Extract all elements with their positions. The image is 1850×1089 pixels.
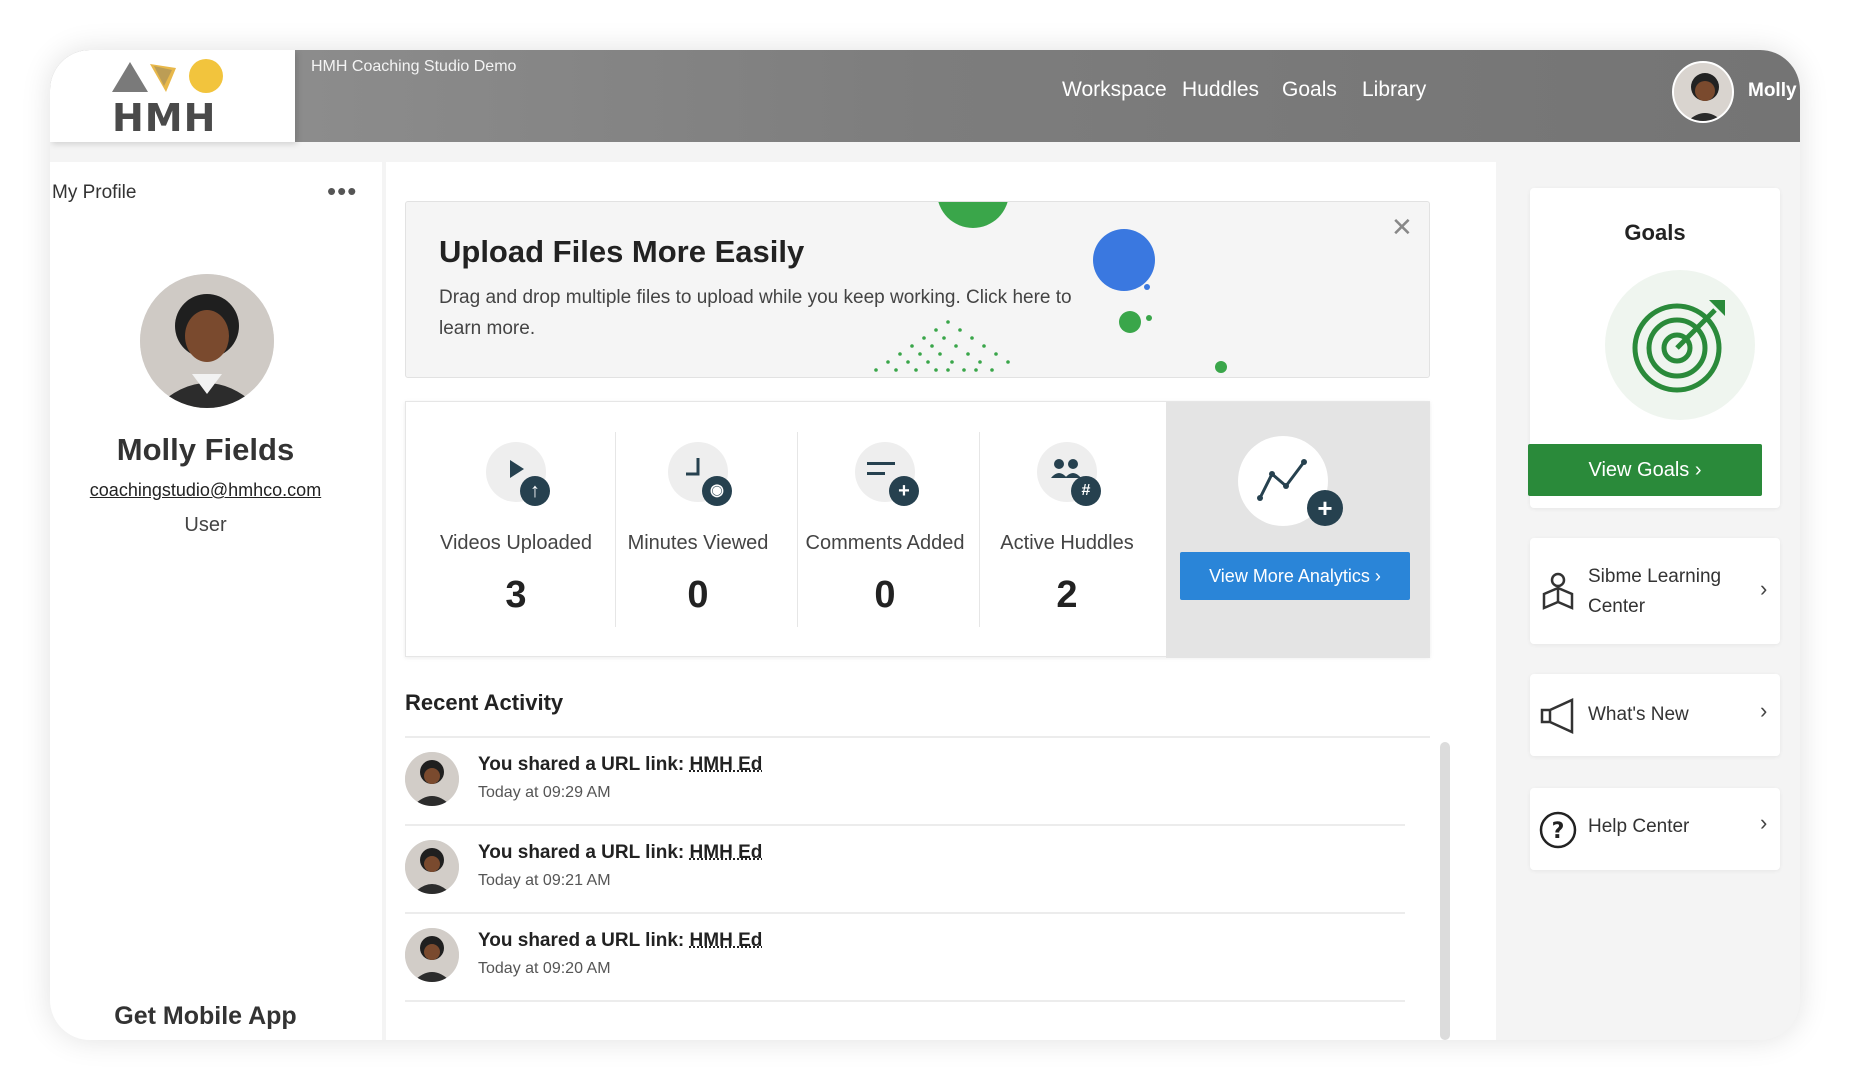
comment-icon: +: [855, 442, 919, 506]
stat-label: Minutes Viewed: [627, 532, 769, 554]
stat-divider: [797, 432, 798, 627]
stat-active-huddles: # Active Huddles 2: [982, 402, 1152, 658]
goals-title: Goals: [1624, 220, 1686, 245]
link-label: What's New: [1588, 704, 1689, 725]
view-more-analytics-button[interactable]: View More Analytics ›: [1180, 552, 1410, 600]
stat-label: Active Huddles: [1000, 532, 1134, 554]
learning-center-icon: [1542, 572, 1574, 610]
nav-library[interactable]: Library: [1362, 78, 1426, 102]
right-sidebar: Goals View Goals › Sibme Learning Center…: [1496, 162, 1800, 1040]
stat-minutes-viewed: ◉ Minutes Viewed 0: [618, 402, 778, 658]
app-title: HMH Coaching Studio Demo: [311, 58, 517, 75]
banner-title: Upload Files More Easily: [439, 234, 805, 269]
stat-label: Videos Uploaded: [440, 532, 592, 554]
avatar: [405, 840, 459, 894]
list-item: You shared a URL link: HMH Ed Today at 0…: [405, 738, 1405, 826]
avatar: [405, 752, 459, 806]
activity-time: Today at 09:20 AM: [478, 960, 611, 977]
list-item: You shared a URL link: HMH Ed Today at 0…: [405, 826, 1405, 914]
nav-workspace[interactable]: Workspace: [1062, 78, 1167, 102]
eye-badge-icon: ◉: [702, 476, 732, 506]
chevron-right-icon: ›: [1760, 810, 1768, 835]
link-label: Sibme Learning Center: [1588, 566, 1722, 617]
link-label: Help Center: [1588, 816, 1690, 837]
stat-value: 0: [874, 574, 896, 616]
recent-activity-title: Recent Activity: [405, 690, 564, 715]
profile-email-link[interactable]: coachingstudio@hmhco.com: [50, 480, 361, 501]
huddle-people-icon: #: [1037, 442, 1101, 506]
avatar: [405, 928, 459, 982]
logo-text: HMH: [112, 96, 217, 140]
stat-divider: [979, 432, 980, 627]
list-item: You shared a URL link: HMH Ed Today at 0…: [405, 914, 1405, 1002]
nav-user-name[interactable]: Molly: [1748, 80, 1797, 102]
add-analytics-icon[interactable]: +: [1307, 490, 1343, 526]
upload-banner[interactable]: Upload Files More Easily Drag and drop m…: [405, 201, 1430, 378]
activity-link[interactable]: HMH Ed: [690, 842, 763, 863]
activity-text: You shared a URL link: HMH Ed: [478, 754, 763, 775]
analytics-panel: + View More Analytics ›: [1166, 402, 1430, 658]
stat-value: 3: [505, 574, 527, 616]
svg-text:?: ?: [1552, 819, 1565, 844]
nav-goals[interactable]: Goals: [1282, 78, 1337, 102]
plus-badge-icon: +: [889, 476, 919, 506]
chevron-right-icon: ›: [1760, 698, 1768, 723]
stat-value: 2: [1056, 574, 1078, 616]
help-question-icon: ?: [1539, 811, 1577, 849]
top-navigation-bar: HMH HMH Coaching Studio Demo Workspace H…: [50, 50, 1800, 142]
minutes-icon: ◉: [668, 442, 732, 506]
stat-divider: [615, 432, 616, 627]
activity-text: You shared a URL link: HMH Ed: [478, 930, 763, 951]
target-icon: [1605, 270, 1755, 420]
sibme-learning-center-link[interactable]: Sibme Learning Center ›: [1530, 538, 1780, 644]
stat-videos-uploaded: ↑ Videos Uploaded 3: [436, 402, 596, 658]
whats-new-link[interactable]: What's New ›: [1530, 674, 1780, 756]
stats-panel: ↑ Videos Uploaded 3 ◉ Minutes Viewed 0 +: [405, 401, 1430, 658]
get-mobile-app-link[interactable]: Get Mobile App: [50, 1002, 361, 1031]
stat-value: 0: [687, 574, 709, 616]
close-icon[interactable]: ✕: [1391, 212, 1413, 243]
help-center-link[interactable]: ? Help Center ›: [1530, 788, 1780, 870]
brand-logo[interactable]: HMH: [50, 50, 295, 142]
activity-link[interactable]: HMH Ed: [690, 930, 763, 951]
main-content: Upload Files More Easily Drag and drop m…: [386, 162, 1496, 1040]
stat-comments-added: + Comments Added 0: [800, 402, 970, 658]
upload-badge-icon: ↑: [520, 476, 550, 506]
activity-time: Today at 09:29 AM: [478, 784, 611, 801]
stat-label: Comments Added: [805, 532, 965, 554]
more-dots-icon[interactable]: •••: [327, 176, 357, 207]
nav-huddles[interactable]: Huddles: [1182, 78, 1259, 102]
video-play-icon: ↑: [486, 442, 550, 506]
profile-role: User: [184, 514, 227, 536]
avatar-image: [1674, 63, 1732, 121]
my-profile-label: My Profile: [52, 182, 137, 203]
user-avatar[interactable]: [1672, 61, 1734, 123]
chevron-right-icon: ›: [1760, 576, 1768, 601]
activity-link[interactable]: HMH Ed: [690, 754, 763, 775]
activity-time: Today at 09:21 AM: [478, 872, 611, 889]
megaphone-icon: [1540, 698, 1574, 734]
profile-sidebar: My Profile ••• Molly Fields coachingstud…: [50, 162, 382, 1040]
profile-name: Molly Fields: [116, 432, 295, 467]
hash-badge-icon: #: [1071, 476, 1101, 506]
banner-text[interactable]: Drag and drop multiple files to upload w…: [439, 282, 1079, 344]
view-goals-button[interactable]: View Goals ›: [1528, 444, 1762, 496]
logo-shapes-icon: [112, 59, 223, 93]
activity-text: You shared a URL link: HMH Ed: [478, 842, 763, 863]
app-window: HMH HMH Coaching Studio Demo Workspace H…: [50, 50, 1800, 1040]
profile-avatar: [140, 274, 274, 408]
activity-scrollbar[interactable]: [1440, 742, 1450, 1040]
